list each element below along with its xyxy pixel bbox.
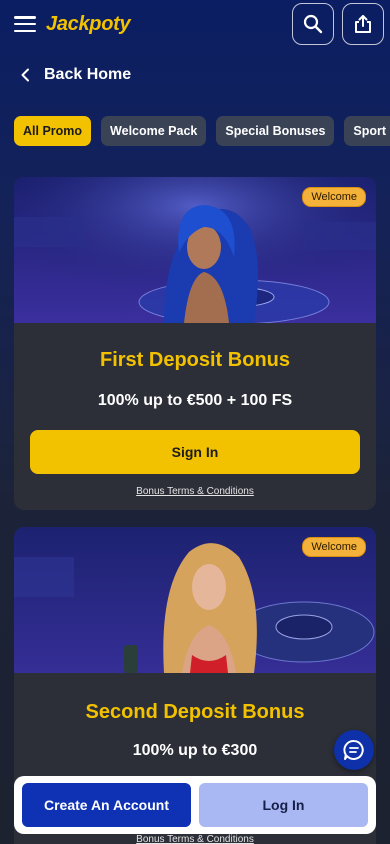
promo-tabs: All Promo Welcome Pack Special Bonuses S…: [14, 116, 390, 146]
create-account-button[interactable]: Create An Account: [22, 783, 191, 827]
search-icon: [303, 14, 323, 34]
bonus-terms-link[interactable]: Bonus Terms & Conditions: [14, 834, 376, 844]
promo-title: Second Deposit Bonus: [85, 701, 305, 723]
tab-sport-bonuses[interactable]: Sport Bonuses: [344, 116, 390, 146]
promo-image: Welcome: [14, 177, 376, 323]
tab-special-bonuses[interactable]: Special Bonuses: [216, 116, 335, 146]
log-in-button[interactable]: Log In: [199, 783, 368, 827]
bottom-auth-bar: Create An Account Log In: [14, 776, 376, 834]
promo-offer: 100% up to €300: [132, 742, 258, 759]
back-home-label: Back Home: [44, 66, 132, 83]
promo-card-first-deposit: Welcome First Deposit Bonus 100% up to €…: [14, 177, 376, 510]
share-upload-icon: [355, 15, 371, 33]
promo-image: Welcome: [14, 527, 376, 673]
chat-button[interactable]: [334, 730, 374, 770]
brand-logo[interactable]: Jackpoty: [46, 13, 131, 36]
promo-offer: 100% up to €500 + 100 FS: [97, 392, 293, 409]
header-actions: [292, 3, 384, 45]
chevron-left-icon: [21, 68, 29, 82]
tab-all-promo[interactable]: All Promo: [14, 116, 92, 146]
top-header: Jackpoty: [0, 0, 390, 48]
welcome-badge: Welcome: [302, 537, 366, 557]
chat-bubble-icon: [343, 740, 364, 760]
bonus-terms-link[interactable]: Bonus Terms & Conditions: [14, 486, 376, 497]
share-button[interactable]: [342, 3, 384, 45]
search-button[interactable]: [292, 3, 334, 45]
sign-in-button[interactable]: Sign In: [30, 430, 360, 474]
hamburger-menu-icon[interactable]: [14, 16, 36, 32]
tab-welcome-pack[interactable]: Welcome Pack: [101, 116, 207, 146]
welcome-badge: Welcome: [302, 187, 366, 207]
back-home-link[interactable]: Back Home: [20, 66, 131, 84]
promo-title: First Deposit Bonus: [99, 349, 290, 371]
